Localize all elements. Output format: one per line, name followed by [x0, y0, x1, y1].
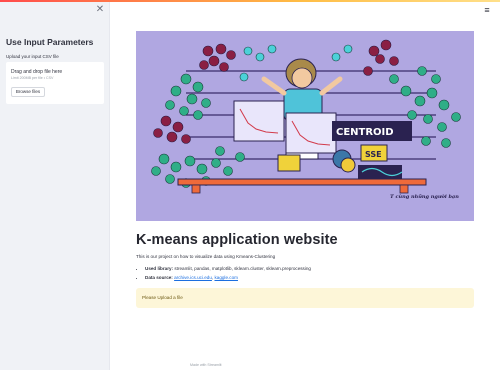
sidebar-title: Use Input Parameters: [6, 37, 94, 47]
upload-label: Upload your input CSV file: [6, 54, 59, 59]
libraries-value: streamlit, pandas, matplotlib, sklearn.c…: [174, 266, 311, 271]
alert-text: Please Upload a file: [142, 295, 183, 300]
kaggle-link[interactable]: kaggle.com: [214, 275, 238, 280]
file-uploader-dropzone[interactable]: Drag and drop file here Limit 200MB per …: [6, 62, 104, 104]
browse-files-button[interactable]: Browse files: [11, 87, 45, 97]
data-source-label: Data source:: [145, 274, 173, 280]
intro-text: This is our project on how to visualize …: [136, 254, 276, 259]
uci-link[interactable]: archive.ics.uci.edu: [174, 275, 212, 280]
libraries-label: Used library:: [145, 266, 174, 271]
link-separator: ,: [211, 274, 214, 280]
upload-warning-alert: Please Upload a file: [136, 288, 474, 308]
list-item-data-source: Data source: archive.ics.uci.edu, kaggle…: [145, 275, 311, 280]
list-item-libraries: Used library: streamlit, pandas, matplot…: [145, 266, 311, 271]
info-list: Used library: streamlit, pandas, matplot…: [145, 266, 311, 283]
hamburger-menu-icon[interactable]: ≡: [480, 4, 494, 16]
dropzone-limit-text: Limit 200MB per file • CSV: [11, 76, 54, 80]
close-icon[interactable]: ✕: [95, 5, 105, 15]
illustration-credit: T cùng những người bạn: [390, 194, 459, 200]
page-title: K-means application website: [136, 232, 338, 248]
kmeans-illustration: CENTROID SSE: [151, 39, 461, 194]
dropzone-instruction: Drag and drop file here: [11, 69, 63, 75]
hero-illustration: CENTROID SSE: [136, 31, 474, 221]
sidebar: ✕ Use Input Parameters Upload your input…: [0, 2, 110, 370]
sse-board-text: SSE: [365, 150, 382, 159]
centroid-board-text: CENTROID: [336, 127, 394, 138]
footer-text: Made with Streamlit: [190, 363, 222, 367]
